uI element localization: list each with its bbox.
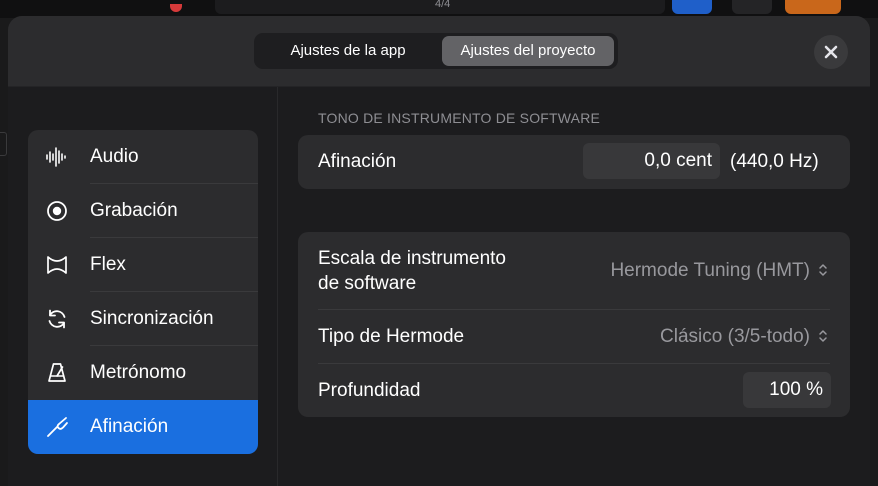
close-button[interactable] [814,35,848,69]
sidebar-item-label: Metrónomo [90,362,187,383]
sidebar-list: Audio Grabación Flex Sincronización Metr… [28,130,258,454]
depth-value-field[interactable]: 100 % [743,372,831,408]
scale-row[interactable]: Escala de instrumento de software Hermod… [298,232,850,310]
scale-label-line1: Escala de instrumento [318,248,506,269]
depth-label: Profundidad [318,380,421,401]
waveform-icon [46,147,66,167]
tab-app-settings[interactable]: Ajustes de la app [258,36,438,66]
hermode-type-row[interactable]: Tipo de Hermode Clásico (3/5-todo) [298,310,850,364]
tuning-value-field[interactable]: 0,0 cent [583,143,720,179]
tuning-hz-readout: (440,0 Hz) [730,151,819,172]
sidebar-item-metronome[interactable]: Metrónomo [28,346,258,400]
metronome-icon [48,363,66,382]
close-icon [824,45,838,59]
background-button [732,0,772,14]
chevron-updown-icon [819,264,827,276]
settings-scope-segmented-control: Ajustes de la app Ajustes del proyecto [254,33,618,69]
background-orange-button [785,0,841,14]
time-signature: 4/4 [435,0,451,10]
depth-row: Profundidad 100 % [298,364,850,417]
background-blue-button [672,0,712,14]
lcd-display: 4/4 [215,0,665,14]
tuning-label: Afinación [318,151,397,172]
modal-header: Ajustes de la app Ajustes del proyecto [8,16,870,87]
background-left-tab [0,132,7,156]
sidebar-item-label: Afinación [90,416,169,437]
sidebar-item-tuning[interactable]: Afinación [28,400,258,454]
record-indicator [170,4,182,12]
sidebar-item-audio[interactable]: Audio [28,130,258,184]
tuning-row: Afinación 0,0 cent (440,0 Hz) [298,135,850,189]
sidebar-item-sync[interactable]: Sincronización [28,292,258,346]
sidebar-item-label: Sincronización [90,308,214,329]
sidebar-item-label: Flex [90,254,126,275]
record-icon [47,201,67,221]
tuning-card: Afinación 0,0 cent (440,0 Hz) [298,135,850,189]
sidebar-item-label: Audio [90,146,139,167]
hermode-type-popup-value[interactable]: Clásico (3/5-todo) [660,326,810,348]
sidebar-item-label: Grabación [90,200,178,221]
settings-modal: Ajustes de la app Ajustes del proyecto A… [8,16,870,486]
tuning-fork-icon [47,417,68,437]
sidebar-item-flex[interactable]: Flex [28,238,258,292]
sync-icon [48,309,66,329]
tab-project-settings[interactable]: Ajustes del proyecto [442,36,614,66]
sidebar-item-recording[interactable]: Grabación [28,184,258,238]
scale-card: Escala de instrumento de software Hermod… [298,232,850,417]
hermode-type-label: Tipo de Hermode [318,326,465,347]
scale-label-line2: de software [318,273,417,294]
scale-popup-value[interactable]: Hermode Tuning (HMT) [610,260,810,282]
flex-icon [47,256,67,274]
section-title: TONO DE INSTRUMENTO DE SOFTWARE [318,110,601,126]
chevron-updown-icon [819,330,827,342]
